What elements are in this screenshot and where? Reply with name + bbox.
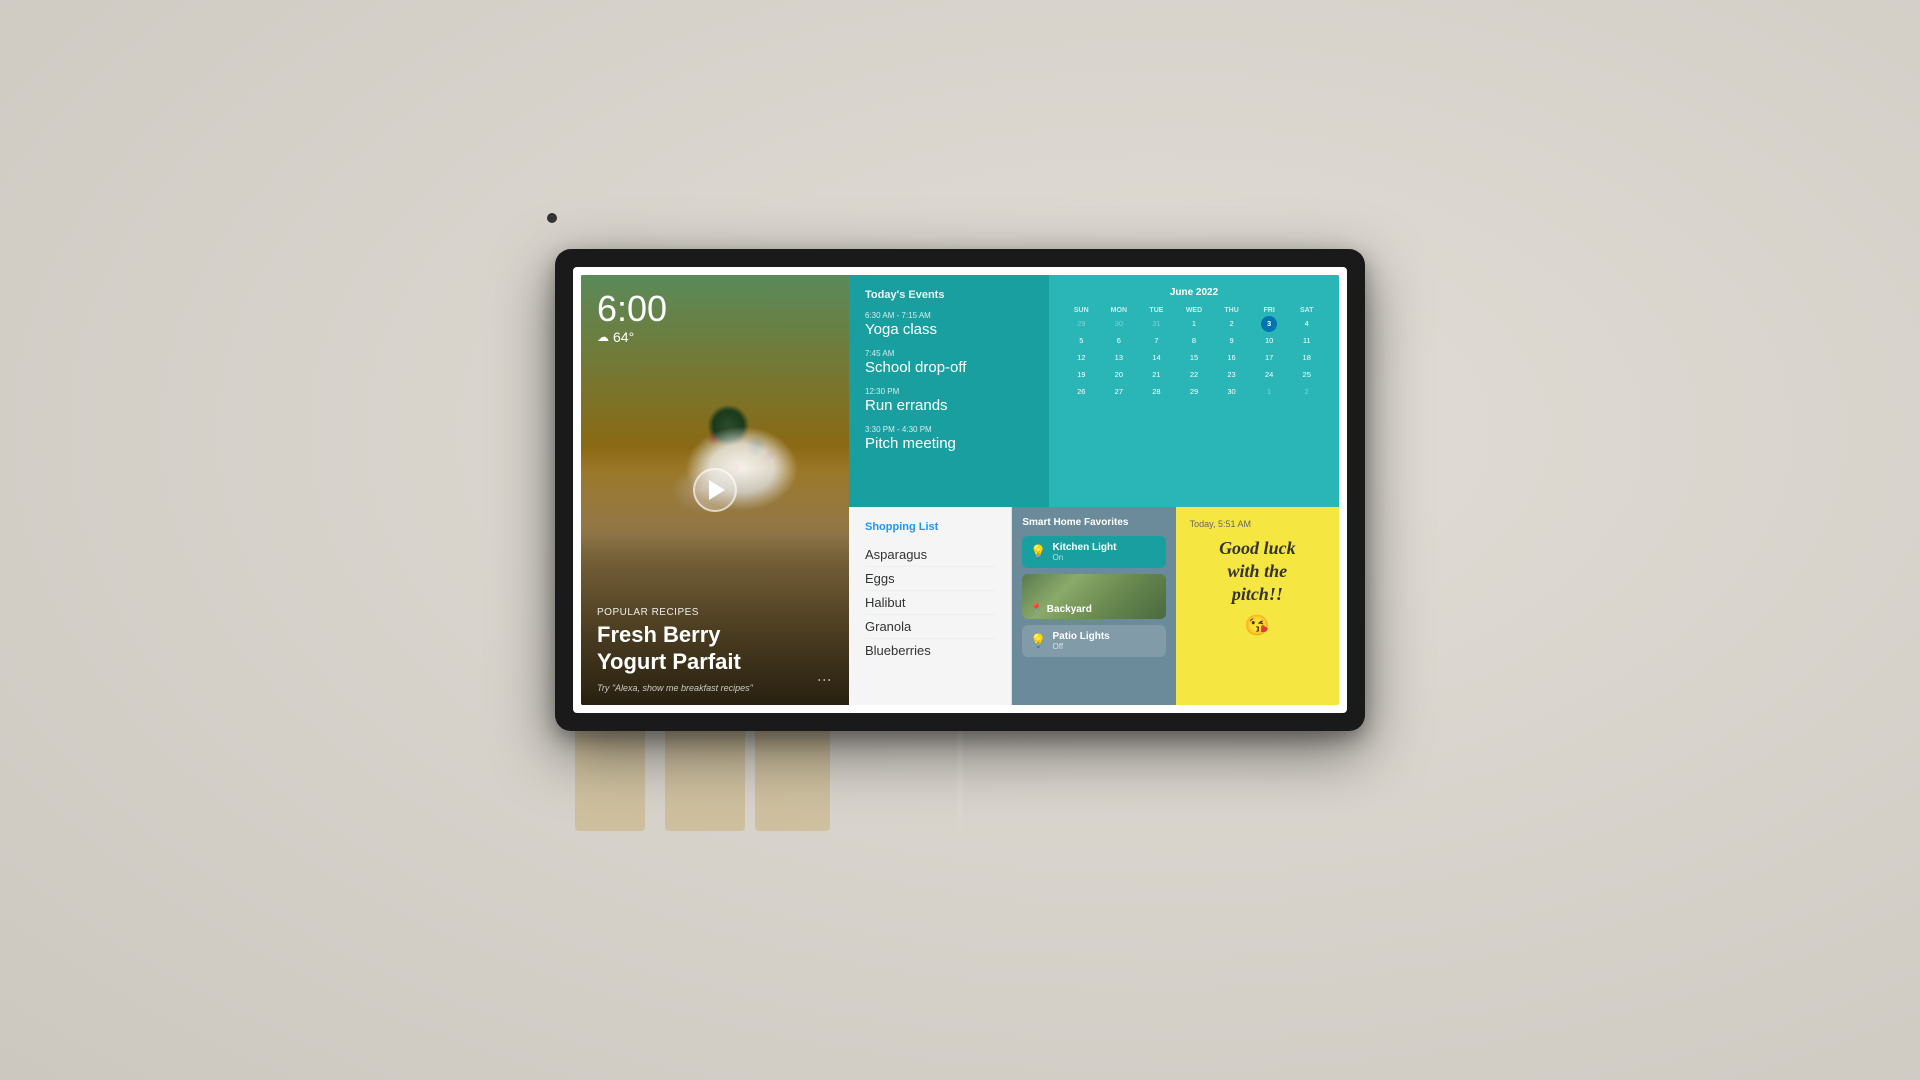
temperature: 64°	[613, 329, 634, 345]
shopping-item-5[interactable]: Blueberries	[865, 639, 995, 662]
device-inner: 6:00 ☁ 64° Popular Recipes Fresh BerryYo…	[573, 267, 1347, 713]
dots-menu-icon[interactable]: ⋮	[817, 673, 833, 689]
recipe-label: Popular Recipes	[597, 607, 833, 618]
bottom-section: Shopping List Asparagus Eggs Halibut Gra…	[849, 507, 1339, 706]
calendar-grid: SUN MON TUE WED THU FRI SAT 29 30 31	[1063, 306, 1325, 400]
patio-lights-info: Patio Lights Off	[1053, 631, 1158, 651]
event-time-1: 6:30 AM - 7:15 AM	[865, 311, 1033, 320]
events-panel: Today's Events 6:30 AM - 7:15 AM Yoga cl…	[849, 275, 1049, 507]
patio-lights-status: Off	[1053, 642, 1158, 651]
device-card-kitchen-light[interactable]: 💡 Kitchen Light On	[1022, 536, 1165, 568]
event-item-2[interactable]: 7:45 AM School drop-off	[865, 349, 1033, 377]
kitchen-light-info: Kitchen Light On	[1053, 542, 1158, 562]
event-time-2: 7:45 AM	[865, 349, 1033, 358]
shopping-item-4[interactable]: Granola	[865, 615, 995, 639]
backyard-name: Backyard	[1047, 604, 1092, 615]
backyard-icon: 📍	[1030, 604, 1042, 615]
cal-week1-day2: 30	[1101, 316, 1138, 332]
cal-header-thu: THU	[1213, 306, 1250, 315]
smart-home-title: Smart Home Favorites	[1022, 517, 1165, 528]
cal-header-sun: SUN	[1063, 306, 1100, 315]
backyard-card[interactable]: 📍 Backyard	[1022, 574, 1165, 619]
note-content: Good luckwith thepitch!!	[1190, 537, 1325, 607]
device-frame: 6:00 ☁ 64° Popular Recipes Fresh BerryYo…	[555, 249, 1365, 731]
current-time: 6:00	[597, 291, 667, 327]
cal-week1-day3: 31	[1138, 316, 1175, 332]
recipe-title: Fresh BerryYogurt Parfait	[597, 622, 833, 675]
shopping-item-3[interactable]: Halibut	[865, 591, 995, 615]
event-name-4: Pitch meeting	[865, 435, 1033, 453]
kitchen-light-name: Kitchen Light	[1053, 542, 1158, 553]
patio-lights-icon: 💡	[1030, 633, 1046, 649]
event-time-3: 12:30 PM	[865, 387, 1033, 396]
kitchen-light-icon: 💡	[1030, 544, 1046, 560]
kitchen-light-status: On	[1053, 553, 1158, 562]
weather-widget: ☁ 64°	[597, 329, 667, 345]
event-name-1: Yoga class	[865, 321, 1033, 339]
patio-lights-name: Patio Lights	[1053, 631, 1158, 642]
event-item-4[interactable]: 3:30 PM - 4:30 PM Pitch meeting	[865, 425, 1033, 453]
event-name-2: School drop-off	[865, 359, 1033, 377]
play-triangle-icon	[709, 480, 725, 500]
power-cable	[957, 731, 963, 831]
screen: 6:00 ☁ 64° Popular Recipes Fresh BerryYo…	[581, 275, 1339, 705]
cal-week1-day5: 2	[1213, 316, 1250, 332]
camera-dot	[547, 213, 557, 223]
smart-home-panel: Smart Home Favorites 💡 Kitchen Light On	[1012, 507, 1175, 706]
weather-icon: ☁	[597, 330, 609, 344]
cal-header-mon: MON	[1101, 306, 1138, 315]
events-title: Today's Events	[865, 289, 1033, 301]
event-time-4: 3:30 PM - 4:30 PM	[865, 425, 1033, 434]
calendar-title: June 2022	[1063, 287, 1325, 298]
shopping-item-2[interactable]: Eggs	[865, 567, 995, 591]
right-panel: Today's Events 6:30 AM - 7:15 AM Yoga cl…	[849, 275, 1339, 705]
shopping-panel: Shopping List Asparagus Eggs Halibut Gra…	[849, 507, 1012, 706]
note-time: Today, 5:51 AM	[1190, 519, 1325, 529]
left-panel: 6:00 ☁ 64° Popular Recipes Fresh BerryYo…	[581, 275, 849, 705]
shopping-title: Shopping List	[865, 521, 995, 533]
cal-week1-day6-today: 3	[1251, 316, 1288, 332]
play-button[interactable]	[693, 468, 737, 512]
recipe-background: 6:00 ☁ 64° Popular Recipes Fresh BerryYo…	[581, 275, 849, 705]
recipe-hint: Try "Alexa, show me breakfast recipes"	[597, 683, 753, 693]
cal-week1-day1: 29	[1063, 316, 1100, 332]
cal-week1-day4: 1	[1176, 316, 1213, 332]
backyard-label: 📍 Backyard	[1030, 604, 1091, 615]
cal-header-tue: TUE	[1138, 306, 1175, 315]
cal-header-wed: WED	[1176, 306, 1213, 315]
event-name-3: Run errands	[865, 397, 1033, 415]
sticky-note: Today, 5:51 AM Good luckwith thepitch!! …	[1176, 507, 1339, 706]
cal-header-fri: FRI	[1251, 306, 1288, 315]
cal-week1-day7: 4	[1288, 316, 1325, 332]
calendar-panel: June 2022 SUN MON TUE WED THU FRI SAT	[1049, 275, 1339, 507]
top-section: Today's Events 6:30 AM - 7:15 AM Yoga cl…	[849, 275, 1339, 507]
shopping-item-1[interactable]: Asparagus	[865, 543, 995, 567]
note-emoji: 😘	[1190, 613, 1325, 638]
cal-header-sat: SAT	[1288, 306, 1325, 315]
device-card-patio-lights[interactable]: 💡 Patio Lights Off	[1022, 625, 1165, 657]
event-item-1[interactable]: 6:30 AM - 7:15 AM Yoga class	[865, 311, 1033, 339]
recipe-info: Popular Recipes Fresh BerryYogurt Parfai…	[597, 607, 833, 675]
time-weather-widget: 6:00 ☁ 64°	[597, 291, 667, 345]
event-item-3[interactable]: 12:30 PM Run errands	[865, 387, 1033, 415]
device-wrapper: 6:00 ☁ 64° Popular Recipes Fresh BerryYo…	[555, 249, 1365, 831]
